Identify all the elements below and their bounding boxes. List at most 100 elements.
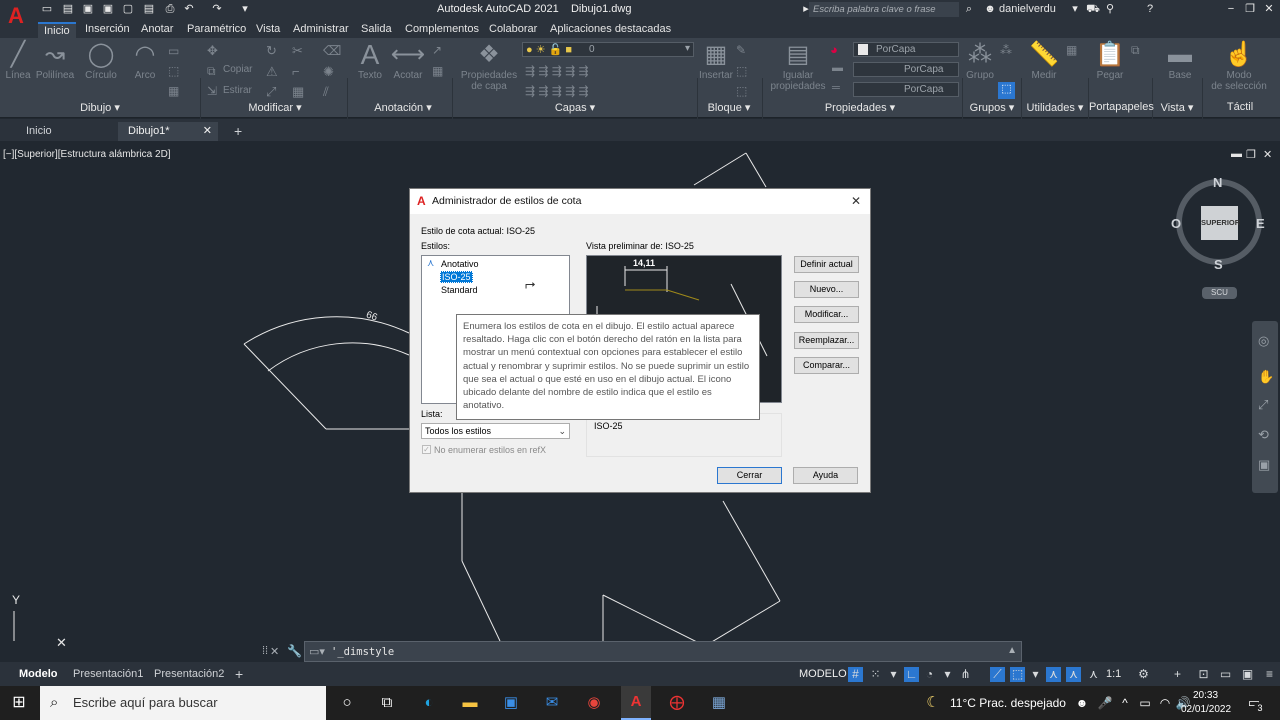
search-input[interactable]: Escriba palabra clave o frase: [809, 2, 959, 17]
autodesk-app-icon[interactable]: ⚲: [1103, 3, 1117, 16]
clean-screen-icon[interactable]: ▣: [1240, 667, 1255, 682]
style-item-standard[interactable]: Standard: [441, 285, 478, 295]
layout-tab-presentacion2[interactable]: Presentación2: [147, 665, 231, 683]
snap-dropdown-icon[interactable]: ▾: [886, 667, 901, 682]
medir-tool[interactable]: 📏 Medir: [1025, 40, 1063, 81]
tab-vista[interactable]: Vista: [250, 22, 286, 38]
zoom-extents-icon[interactable]: ⤢: [1258, 397, 1268, 413]
stretch-icon[interactable]: ⇲: [207, 84, 217, 98]
workspace-gear-icon[interactable]: ⚙: [1136, 667, 1151, 682]
show-hidden-icons-icon[interactable]: ^: [1114, 692, 1136, 714]
close-tab-icon[interactable]: ✕: [203, 122, 212, 140]
tab-insercion[interactable]: Inserción: [79, 22, 136, 38]
cmd-close-icon[interactable]: ✕: [270, 645, 279, 658]
weather-text[interactable]: 11°C Prac. despejado: [950, 696, 1066, 710]
viewcube-east[interactable]: E: [1256, 216, 1265, 231]
match-properties-tool[interactable]: ▤ Igualar propiedades: [768, 40, 828, 92]
offset-icon[interactable]: ⫽: [323, 84, 329, 100]
panel-dibujo[interactable]: Dibujo ▾: [60, 101, 140, 118]
autocad-logo[interactable]: A: [0, 0, 32, 38]
viewcube-north[interactable]: N: [1213, 175, 1222, 190]
osnap-icon[interactable]: ⬚: [1010, 667, 1025, 682]
plot-icon[interactable]: ▤: [142, 3, 156, 16]
help-button[interactable]: Ayuda: [793, 467, 858, 484]
grid-icon[interactable]: #: [848, 667, 863, 682]
color-wheel-icon[interactable]: ◕: [830, 42, 838, 57]
battery-icon[interactable]: ▭: [1134, 692, 1156, 714]
snap-icon[interactable]: ⁙: [868, 667, 883, 682]
tab-administrar[interactable]: Administrar: [287, 22, 355, 38]
polar-icon[interactable]: ◔: [922, 667, 937, 682]
scale-selector[interactable]: 1:1: [1106, 668, 1121, 680]
scale-icon[interactable]: ⤢: [266, 84, 276, 100]
osnap-track-icon[interactable]: ⟋: [990, 667, 1005, 682]
annotation-scale-icon[interactable]: ⋏: [1046, 667, 1061, 682]
save-as-icon[interactable]: ▣: [101, 3, 115, 16]
cortana-icon[interactable]: ○: [336, 692, 358, 714]
taskbar-search-input[interactable]: ⌕ Escribe aquí para buscar: [40, 686, 326, 720]
copy-clip-icon[interactable]: ⧉: [1131, 43, 1140, 58]
panel-capas[interactable]: Capas ▾: [535, 101, 615, 118]
tab-anotar[interactable]: Anotar: [135, 22, 179, 38]
add-layout-icon[interactable]: +: [228, 665, 250, 683]
search-icon[interactable]: ⌕: [962, 3, 976, 16]
list-filter-select[interactable]: Todos los estilos ⌄: [421, 423, 570, 439]
group-select-icon[interactable]: ⬚: [998, 82, 1015, 99]
viewcube-face[interactable]: SUPERIOR: [1201, 206, 1240, 240]
close-icon[interactable]: ✕: [1262, 3, 1276, 16]
grupo-tool[interactable]: ⁂ Grupo: [964, 40, 996, 81]
user-name[interactable]: danielverdu: [999, 3, 1056, 15]
texto-tool[interactable]: A Texto: [355, 40, 385, 82]
copy-icon[interactable]: ⧉: [207, 64, 216, 79]
panel-propiedades[interactable]: Propiedades ▾: [805, 101, 915, 118]
xref-checkbox[interactable]: ✓: [422, 445, 431, 454]
insertar-tool[interactable]: ▦ Insertar: [697, 40, 735, 81]
tab-colaborar[interactable]: Colaborar: [483, 22, 543, 38]
linetype-dropdown[interactable]: PorCapa: [853, 82, 959, 97]
leader-icon[interactable]: ↗: [432, 43, 442, 57]
erase-icon[interactable]: ⌫: [323, 43, 341, 59]
hatch-icon[interactable]: ⬚: [168, 64, 179, 78]
tab-inicio[interactable]: Inicio: [38, 22, 76, 38]
style-item-anotativo[interactable]: Anotativo: [441, 259, 479, 269]
open-file-icon[interactable]: ▤: [61, 3, 75, 16]
base-tool[interactable]: ▬ Base: [1160, 40, 1200, 81]
remote-app-icon[interactable]: ▦: [708, 692, 730, 714]
panel-vista[interactable]: Vista ▾: [1153, 101, 1201, 118]
linea-tool[interactable]: ╱ Línea: [3, 40, 33, 81]
doctab-inicio[interactable]: Inicio: [16, 122, 62, 141]
steering-wheel-icon[interactable]: ◎: [1258, 333, 1269, 349]
dialog-title-bar[interactable]: A Administrador de estilos de cota ✕: [410, 189, 870, 214]
block-create-icon[interactable]: ⬚: [736, 64, 747, 78]
modify-button[interactable]: Modificar...: [794, 306, 859, 323]
lineweight-dropdown[interactable]: PorCapa: [853, 62, 959, 77]
viewcube-west[interactable]: O: [1171, 216, 1181, 231]
override-button[interactable]: Reemplazar...: [794, 332, 859, 349]
panel-anotacion[interactable]: Anotación ▾: [358, 101, 448, 118]
cart-icon[interactable]: ⛟: [1086, 3, 1100, 16]
user-icon[interactable]: ☻: [983, 3, 997, 16]
help-icon[interactable]: ?: [1143, 3, 1157, 16]
calculator-icon[interactable]: ▦: [1066, 43, 1077, 57]
minimize-icon[interactable]: −: [1224, 3, 1238, 16]
polar-dropdown-icon[interactable]: ▾: [940, 667, 955, 682]
selection-mode-tool[interactable]: ☝ Modo de selección: [1206, 40, 1272, 92]
copiar-label[interactable]: Copiar: [223, 64, 252, 75]
clock-date[interactable]: 02/01/2022: [1181, 704, 1231, 715]
set-current-button[interactable]: Definir actual: [794, 256, 859, 273]
panel-tactil[interactable]: Táctil: [1210, 101, 1270, 118]
tab-salida[interactable]: Salida: [355, 22, 398, 38]
orbit-icon[interactable]: ⟲: [1258, 427, 1269, 443]
circulo-tool[interactable]: ◯ Círculo: [83, 40, 119, 81]
windows-start-icon[interactable]: ⊞: [8, 692, 30, 714]
isodraft-icon[interactable]: ⋔: [958, 667, 973, 682]
print-icon[interactable]: ⎙: [163, 3, 177, 16]
ucs-menu[interactable]: SCU: [1202, 287, 1237, 299]
trim-icon[interactable]: ✂: [292, 43, 303, 59]
tab-parametrico[interactable]: Paramétrico: [181, 22, 252, 38]
clock-time[interactable]: 20:33: [1193, 690, 1218, 701]
autocad-taskbar-icon[interactable]: A: [621, 686, 651, 720]
panel-grupos[interactable]: Grupos ▾: [962, 101, 1022, 118]
autoscale-icon[interactable]: ⋏: [1066, 667, 1081, 682]
cmd-customize-icon[interactable]: 🔧: [287, 644, 302, 658]
